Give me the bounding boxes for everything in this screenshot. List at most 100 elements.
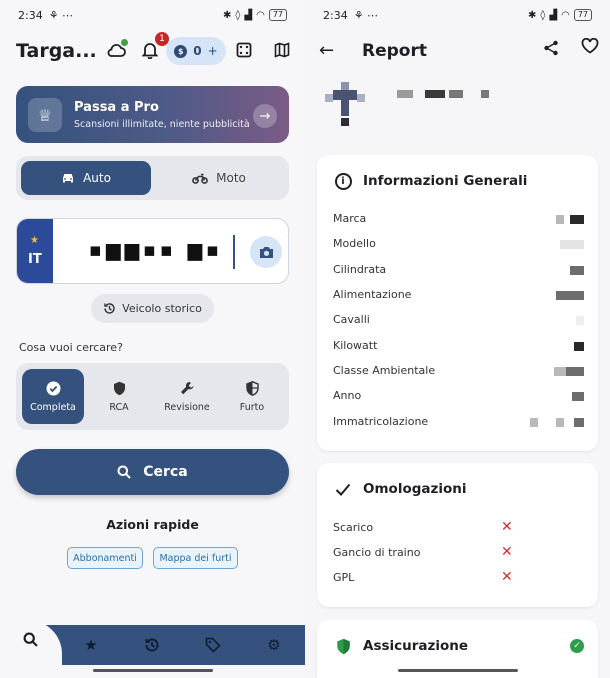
search-type-furto[interactable]: Furto (221, 369, 283, 424)
search-type-revisione[interactable]: Revisione (156, 369, 218, 424)
nav-search[interactable] (18, 628, 42, 650)
search-question: Cosa vuoi cercare? (19, 341, 123, 354)
arrow-left-icon: ← (319, 40, 335, 61)
info-row-modello: Modello (333, 237, 584, 253)
coin-icon: $ (174, 44, 188, 58)
tag-icon (205, 637, 221, 653)
history-icon (145, 638, 159, 652)
arrow-right-icon: → (253, 104, 277, 128)
license-plate-input[interactable]: ★ IT ▪▆▆▪▪ ▆▪ (16, 218, 289, 284)
pro-banner-subtitle: Scansioni illimitate, niente pubblicità (74, 119, 250, 130)
search-icon (23, 632, 38, 647)
general-info-header: i Informazioni Generali (333, 171, 527, 191)
vehicle-type-auto-label: Auto (83, 171, 111, 185)
nav-settings[interactable]: ⚙ (262, 634, 286, 656)
star-icon: ★ (84, 636, 98, 654)
bluetooth-icon: ✱ (528, 9, 537, 21)
wifi-icon: ◠ (256, 9, 265, 21)
pro-upgrade-banner[interactable]: ♕ Passa a Pro Scansioni illimitate, nien… (16, 86, 289, 143)
quick-action-theft-map[interactable]: Mappa dei furti (153, 547, 238, 569)
back-button[interactable]: ← (319, 40, 334, 61)
search-type-furto-label: Furto (239, 401, 265, 413)
cloud-status-dot (121, 39, 128, 46)
history-icon (104, 303, 115, 314)
vehicle-type-auto[interactable]: Auto (21, 161, 151, 195)
motorcycle-icon (192, 173, 209, 184)
cloud-sync-button[interactable] (104, 38, 128, 62)
search-button-label: Cerca (143, 464, 188, 480)
homologation-row-gancio-di-traino: Gancio di traino ✕ (333, 544, 513, 560)
vehicle-type-moto-label: Moto (216, 171, 246, 185)
eu-country-band: ★ IT (17, 219, 53, 283)
bell-icon (142, 43, 158, 59)
vehicle-type-selector: Auto Moto (16, 156, 289, 200)
coins-count: 0 (193, 44, 202, 58)
x-icon: ✕ (501, 569, 513, 585)
status-bar: 2:34 ⚘ ⋯ ✱ ◊ ▟ ◠ 77 (305, 0, 610, 30)
favorite-button[interactable] (581, 37, 599, 59)
shield-icon (113, 381, 125, 395)
app-title: Targa... (16, 40, 97, 62)
search-screen: 2:34 ⚘ ⋯ ✱ ◊ ▟ ◠ 77 Targa... 1 $ 0 + ♕ P… (0, 0, 305, 678)
general-info-card: i Informazioni Generali Marca Modello Ci… (317, 155, 598, 451)
search-type-rca[interactable]: RCA (88, 369, 150, 424)
info-row-cavalli: Cavalli (333, 313, 584, 329)
gesture-bar (92, 669, 213, 672)
mute-icon: ◊ (235, 9, 241, 21)
gesture-bar (397, 669, 518, 672)
check-circle-icon (46, 381, 60, 395)
info-row-marca: Marca (333, 212, 584, 228)
scan-plate-button[interactable] (250, 236, 282, 268)
report-screen: 2:34 ⚘ ⋯ ✱ ◊ ▟ ◠ 77 ← Report i Informazi… (305, 0, 610, 678)
status-time: 2:34 (18, 8, 43, 22)
status-bar: 2:34 ⚘ ⋯ ✱ ◊ ▟ ◠ 77 (0, 0, 305, 30)
nav-offers[interactable] (201, 634, 225, 656)
info-row-classe-ambientale: Classe Ambientale (333, 364, 584, 380)
search-button[interactable]: Cerca (16, 449, 289, 495)
map-button[interactable] (270, 38, 294, 62)
search-type-rca-label: RCA (109, 401, 129, 413)
homologations-header: Omologazioni (333, 479, 467, 499)
dice-icon (236, 42, 252, 58)
info-row-cilindrata: Cilindrata (333, 263, 584, 279)
nav-history[interactable] (140, 634, 164, 656)
text-caret (233, 235, 235, 269)
wrench-icon (180, 381, 193, 394)
dice-button[interactable] (232, 38, 256, 62)
map-icon (274, 42, 290, 58)
battery-indicator: 77 (268, 9, 287, 21)
page-title: Report (362, 41, 427, 61)
plate-value[interactable]: ▪▆▆▪▪ ▆▪ (89, 239, 223, 261)
info-icon: i (334, 172, 352, 190)
info-row-kilowatt: Kilowatt (333, 339, 584, 355)
notifications-button[interactable]: 1 (138, 32, 169, 62)
insurance-valid-icon: ✓ (570, 639, 584, 653)
car-icon (63, 174, 74, 183)
search-type-revisione-label: Revisione (164, 401, 210, 413)
coins-button[interactable]: $ 0 + (166, 37, 226, 65)
historic-vehicle-button[interactable]: Veicolo storico (91, 294, 214, 323)
homologation-row-gpl: GPL ✕ (333, 569, 513, 585)
insurance-title: Assicurazione (363, 638, 469, 654)
vehicle-type-moto[interactable]: Moto (154, 161, 284, 195)
checkmark-icon (333, 479, 353, 499)
insurance-header: Assicurazione (333, 636, 468, 656)
x-icon: ✕ (501, 519, 513, 535)
quick-actions-title: Azioni rapide (106, 517, 199, 532)
status-time: 2:34 (323, 8, 348, 22)
search-type-selector: Completa RCA Revisione Furto (16, 363, 289, 430)
pro-banner-title: Passa a Pro (74, 100, 159, 115)
mute-icon: ◊ (540, 9, 546, 21)
share-button[interactable] (543, 40, 559, 60)
shield-half-icon (245, 380, 259, 396)
homologations-title: Omologazioni (363, 481, 467, 497)
heart-icon (581, 37, 599, 54)
homologations-card: Omologazioni Scarico ✕ Gancio di traino … (317, 463, 598, 607)
quick-action-subscriptions[interactable]: Abbonamenti (67, 547, 143, 569)
search-icon (117, 465, 131, 479)
x-icon: ✕ (501, 544, 513, 560)
brand-logo (325, 82, 373, 126)
search-type-completa[interactable]: Completa (22, 369, 84, 424)
vehicle-name-redacted (397, 90, 489, 100)
nav-favorites[interactable]: ★ (79, 634, 103, 656)
